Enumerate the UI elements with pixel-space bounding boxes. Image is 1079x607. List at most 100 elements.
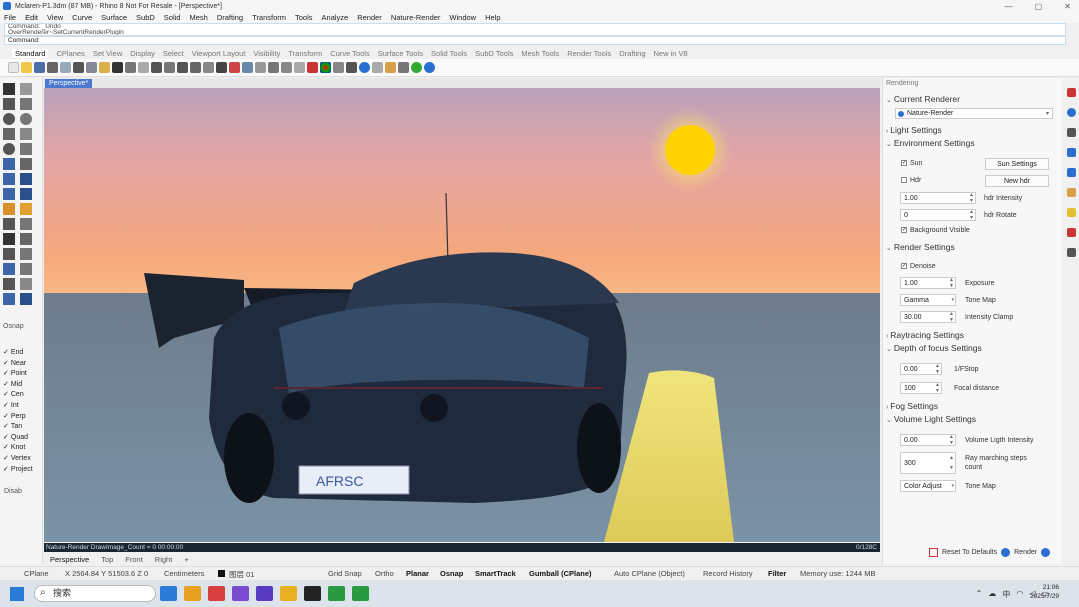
curve-icon[interactable] — [20, 98, 32, 110]
solid-icon[interactable] — [20, 173, 32, 185]
tab-surface-tools[interactable]: Surface Tools — [378, 49, 423, 58]
minimize-button[interactable]: — — [1005, 2, 1013, 11]
tab-viewport-layout[interactable]: Viewport Layout — [192, 49, 246, 58]
perspective-viewport[interactable]: AFRSC — [44, 88, 880, 542]
ortho-toggle[interactable]: Ortho — [375, 569, 394, 578]
exposure-input[interactable]: 1.00 ▲ ▼ — [900, 277, 956, 289]
menu-file[interactable]: File — [4, 13, 16, 22]
render-icon[interactable] — [20, 293, 32, 305]
reset-defaults-button[interactable]: Reset To Defaults — [942, 549, 997, 556]
planar-toggle[interactable]: Planar — [406, 569, 429, 578]
viewport-label[interactable]: Perspective* — [45, 79, 93, 88]
layer-name[interactable]: 图层 01 — [229, 569, 254, 580]
help-icon[interactable] — [1041, 548, 1051, 557]
four-view-icon[interactable] — [216, 62, 227, 73]
grid-snap-toggle[interactable]: Grid Snap — [328, 569, 362, 578]
help-panel-icon[interactable] — [1067, 228, 1076, 237]
spinner-icon[interactable]: ▲ ▼ — [949, 453, 954, 473]
select-icon[interactable] — [268, 62, 279, 73]
taskbar-clock[interactable]: 21:06 2025/7/29 — [1030, 584, 1059, 601]
zoom-extents-icon[interactable] — [177, 62, 188, 73]
intensity-clamp-input[interactable]: 30.00 ▲ ▼ — [900, 311, 956, 323]
app-green2-icon[interactable] — [352, 586, 369, 601]
extrude-icon[interactable] — [20, 158, 32, 170]
volume-intensity-input[interactable]: 0.00 ▲ ▼ — [900, 434, 956, 446]
select-arrow-icon[interactable] — [3, 83, 15, 95]
menu-window[interactable]: Window — [449, 13, 476, 22]
save-icon[interactable] — [34, 62, 45, 73]
tray-chevron-icon[interactable]: ⌃ — [976, 589, 983, 600]
fog-settings-section[interactable]: Fog Settings — [886, 401, 938, 411]
sun-checkbox[interactable]: ✓ Sun — [901, 160, 922, 167]
osnap-mid[interactable]: Mid — [3, 380, 33, 391]
rotate-view-icon[interactable] — [138, 62, 149, 73]
dof-settings-section[interactable]: Depth of focus Settings — [886, 343, 982, 353]
tab-mesh-tools[interactable]: Mesh Tools — [521, 49, 559, 58]
circle-icon[interactable] — [3, 113, 15, 125]
maximize-button[interactable]: ▢ — [1035, 2, 1043, 11]
windows-start-icon[interactable] — [10, 587, 24, 601]
render-sphere-icon[interactable] — [359, 62, 370, 73]
polygon-icon[interactable] — [20, 128, 32, 140]
vp-tab-front[interactable]: Front — [125, 555, 143, 564]
render-button[interactable]: Render — [1014, 549, 1037, 556]
undo-icon[interactable] — [112, 62, 123, 73]
new-file-icon[interactable] — [8, 62, 19, 73]
smarttrack-toggle[interactable]: SmartTrack — [475, 569, 516, 578]
spinner-icon[interactable]: ▲ ▼ — [949, 277, 954, 289]
menu-view[interactable]: View — [47, 13, 63, 22]
menu-analyze[interactable]: Analyze — [322, 13, 349, 22]
menu-render[interactable]: Render — [357, 13, 382, 22]
tab-solid-tools[interactable]: Solid Tools — [431, 49, 467, 58]
light-icon[interactable] — [372, 62, 383, 73]
vp-tab-top[interactable]: Top — [101, 555, 113, 564]
rendering-icon[interactable] — [1067, 108, 1076, 117]
boolean-icon[interactable] — [20, 203, 32, 215]
zoom-selected-icon[interactable] — [190, 62, 201, 73]
osnap-tan[interactable]: Tan — [3, 422, 33, 433]
light-settings-section[interactable]: Light Settings — [886, 125, 942, 135]
app-green-icon[interactable] — [328, 586, 345, 601]
freeform-icon[interactable] — [20, 143, 32, 155]
move-icon[interactable] — [3, 263, 15, 275]
material-icon[interactable] — [333, 62, 344, 73]
focal-distance-input[interactable]: 100 ▲ ▼ — [900, 382, 942, 394]
hdr-rotate-input[interactable]: 0 ▲ ▼ — [900, 209, 976, 221]
spinner-icon[interactable]: ▲ ▼ — [935, 363, 940, 375]
osnap-knot[interactable]: Knot — [3, 443, 33, 454]
visual-studio-icon[interactable] — [232, 586, 249, 601]
edge-icon[interactable] — [160, 586, 177, 601]
osnap-perp[interactable]: Perp — [3, 412, 33, 423]
spinner-icon[interactable]: ▲ ▼ — [949, 434, 954, 446]
analyze-icon[interactable] — [3, 293, 15, 305]
polyline-icon[interactable] — [3, 98, 15, 110]
tab-transform[interactable]: Transform — [288, 49, 322, 58]
cplane-toggle[interactable]: CPlane — [24, 569, 49, 578]
environment-settings-section[interactable]: Environment Settings — [886, 138, 975, 148]
record-history-toggle[interactable]: Record History — [703, 569, 753, 578]
spinner-icon[interactable]: ▲ ▼ — [935, 382, 940, 394]
lock-icon[interactable] — [294, 62, 305, 73]
lights-icon[interactable] — [1067, 208, 1076, 217]
layers-icon[interactable] — [1067, 148, 1076, 157]
rhino-icon[interactable] — [304, 586, 321, 601]
explorer-icon[interactable] — [280, 586, 297, 601]
folder-icon[interactable] — [184, 586, 201, 601]
pan-icon[interactable] — [125, 62, 136, 73]
sun-settings-button[interactable]: Sun Settings — [985, 158, 1049, 170]
osnap-int[interactable]: Int — [3, 401, 33, 412]
menu-subd[interactable]: SubD — [136, 13, 155, 22]
menu-mesh[interactable]: Mesh — [189, 13, 207, 22]
vp-tab-add[interactable]: + — [184, 555, 188, 564]
arc-icon[interactable] — [20, 113, 32, 125]
menu-edit[interactable]: Edit — [25, 13, 38, 22]
tab-drafting[interactable]: Drafting — [619, 49, 645, 58]
color-wheel-icon[interactable] — [320, 62, 331, 73]
tab-select[interactable]: Select — [163, 49, 184, 58]
grid-icon[interactable] — [242, 62, 253, 73]
visual-studio-2-icon[interactable] — [256, 586, 273, 601]
menu-solid[interactable]: Solid — [164, 13, 181, 22]
environment-icon[interactable] — [1067, 188, 1076, 197]
auto-cplane-toggle[interactable]: Auto CPlane (Object) — [614, 569, 685, 578]
current-renderer-section[interactable]: Current Renderer — [886, 94, 960, 104]
